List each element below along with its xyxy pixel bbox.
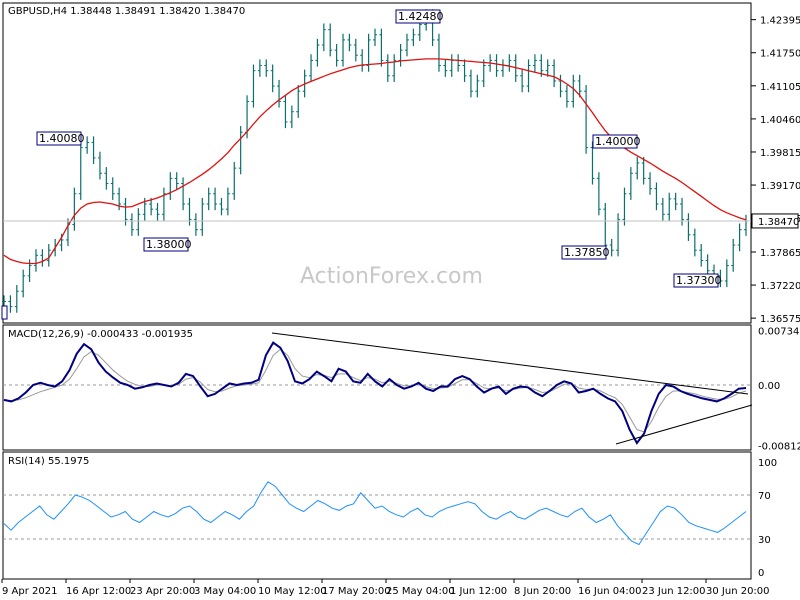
x-tick-label: 30 Jun 20:00 — [706, 586, 770, 597]
price-tick-label: 1.36575 — [760, 314, 800, 325]
price-header: GBPUSD,H4 1.38448 1.38491 1.38420 1.3847… — [8, 6, 245, 17]
x-tick-label: 23 Apr 20:00 — [130, 586, 195, 597]
price-tick-label: 1.37865 — [760, 248, 800, 259]
axis-labels-group: 1.42395 1.41750 1.41105 1.40460 1.39815 1.391… — [1, 16, 800, 597]
sma-line — [3, 58, 747, 265]
price-annotation: 1.40000 — [595, 135, 641, 148]
price-annotation-edge — [1, 305, 8, 320]
rsi-tick-label: 30 — [758, 535, 771, 546]
macd-signal-line — [4, 348, 747, 433]
price-annotation: 1.38000 — [146, 238, 192, 251]
price-annotation: 1.37300 — [676, 274, 722, 287]
price-tick-label: 1.41750 — [760, 49, 800, 60]
price-annotation: 1.42480 — [398, 10, 444, 23]
macd-tick-label: 0.007342 — [758, 326, 800, 337]
price-tick-label: 1.41105 — [760, 82, 800, 93]
x-tick-label: 16 Apr 12:00 — [66, 586, 131, 597]
macd-series-group — [3, 332, 753, 445]
price-tick-label: 1.42395 — [760, 16, 800, 27]
price-annotation: 1.37850 — [564, 246, 610, 259]
x-tick-label: 17 May 20:00 — [322, 586, 391, 597]
x-tick-label: 9 Apr 2021 — [2, 586, 57, 597]
x-tick-label: 1 Jun 12:00 — [450, 586, 507, 597]
watermark: ActionForex.com — [300, 264, 483, 289]
rsi-line — [3, 481, 747, 546]
x-tick-label: 8 Jun 20:00 — [514, 586, 571, 597]
x-tick-label: 16 Jun 04:00 — [578, 586, 642, 597]
rsi-series-group — [3, 481, 751, 546]
chart-root: ActionForex.com GBPUSD,H4 1.38448 1.3849… — [0, 0, 800, 600]
macd-panel-frame — [2, 324, 752, 451]
rsi-tick-label: 100 — [758, 458, 777, 469]
macd-tick-label: 0.00 — [758, 381, 780, 392]
price-tick-label: 1.39170 — [760, 181, 800, 192]
rsi-tick-label: 70 — [758, 491, 771, 502]
macd-lower-trendline — [615, 404, 753, 445]
price-annotation: 1.40080 — [39, 132, 85, 145]
macd-tick-label: -0.008126 — [758, 441, 800, 452]
x-tick-label: 25 May 04:00 — [386, 586, 455, 597]
chart-svg: ActionForex.com GBPUSD,H4 1.38448 1.3849… — [1, 2, 800, 597]
x-tick-label: 23 Jun 12:00 — [642, 586, 706, 597]
macd-header: MACD(12,26,9) -0.000433 -0.001935 — [8, 329, 193, 340]
rsi-tick-label: 0 — [758, 568, 764, 579]
x-tick-label: 3 May 04:00 — [194, 586, 256, 597]
macd-line — [3, 341, 747, 445]
price-tick-label: 1.40460 — [760, 115, 800, 126]
price-tick-label: 1.37220 — [760, 281, 800, 292]
price-tick-label: 1.39815 — [760, 148, 800, 159]
current-price-label: 1.38470 — [758, 217, 799, 228]
x-tick-label: 10 May 12:00 — [258, 586, 327, 597]
rsi-header: RSI(14) 55.1975 — [8, 456, 89, 467]
